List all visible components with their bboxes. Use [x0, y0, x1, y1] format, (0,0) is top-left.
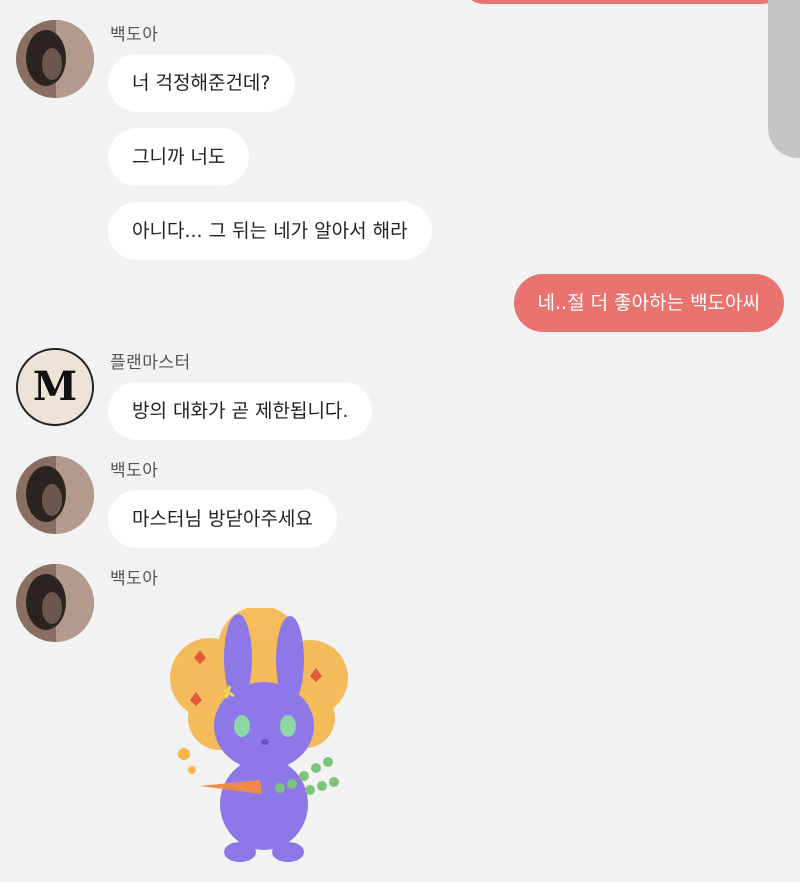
sender-name: 백도아 — [110, 25, 159, 45]
avatar-baekdoa[interactable] — [16, 20, 94, 98]
avatar-letter: M — [32, 363, 78, 410]
my-message-bubble[interactable]: 네..절 더 좋아하는 백도아씨 — [513, 274, 784, 332]
previous-my-message-bubble — [462, 0, 784, 4]
avatar-baekdoa[interactable] — [16, 456, 94, 534]
message-bubble[interactable]: 그니까 너도 — [108, 128, 250, 186]
avatar-planmaster[interactable]: M — [16, 348, 94, 426]
avatar-baekdoa[interactable] — [16, 564, 94, 642]
scrollbar-thumb[interactable] — [768, 0, 800, 158]
sender-name: 백도아 — [110, 461, 159, 481]
message-bubble[interactable]: 마스터님 방닫아주세요 — [108, 490, 337, 548]
message-bubble[interactable]: 아니다... 그 뒤는 네가 알아서 해라 — [108, 202, 432, 260]
message-bubble[interactable]: 너 걱정해준건데? — [108, 54, 295, 112]
sender-name: 플랜마스터 — [110, 353, 191, 373]
purple-rabbit-sticker[interactable] — [160, 606, 360, 870]
message-bubble[interactable]: 방의 대화가 곧 제한됩니다. — [108, 382, 373, 440]
sender-name: 백도아 — [110, 569, 159, 589]
